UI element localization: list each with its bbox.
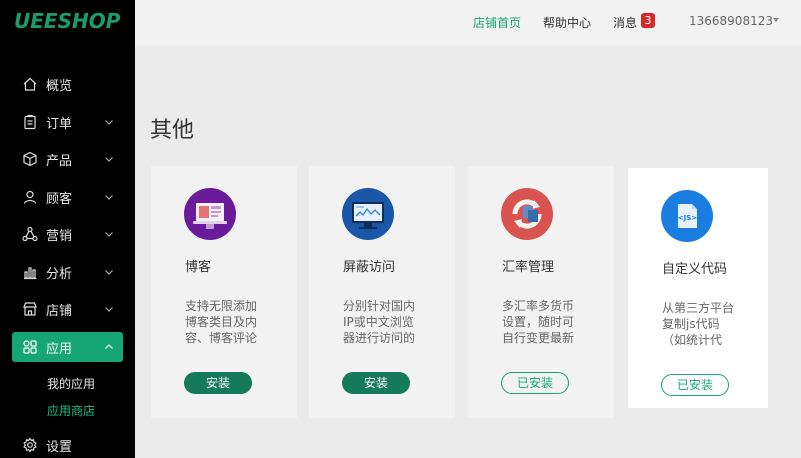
chevron-down-icon: [105, 270, 113, 275]
sidebar-item-orders[interactable]: 订单: [12, 107, 123, 137]
app-description: 支持无限添加博客类目及内容、博客评论: [185, 299, 258, 345]
app-card-blog[interactable]: 博客 支持无限添加博客类目及内容、博客评论 安装: [151, 166, 297, 418]
user-icon: [22, 189, 38, 205]
gear-icon: [22, 437, 38, 453]
logo[interactable]: UEESHOP: [14, 9, 120, 33]
svg-text:<JS>: <JS>: [678, 214, 698, 222]
chevron-down-icon: [105, 307, 113, 312]
sidebar-item-settings[interactable]: 设置: [12, 430, 123, 458]
sidebar-item-analytics[interactable]: 分析: [12, 257, 123, 287]
chevron-down-icon: [105, 232, 113, 237]
home-icon: [22, 76, 38, 92]
sidebar: UEESHOP 概览 订单 产品 顾客 营销 分析 店铺 应用 我的应用 应用商…: [0, 0, 135, 458]
sidebar-item-customers[interactable]: 顾客: [12, 182, 123, 212]
sidebar-subitem-app-store[interactable]: 应用商店: [47, 402, 95, 419]
chevron-down-icon: [105, 195, 113, 200]
app-name: 汇率管理: [502, 260, 555, 275]
storefront-icon: [22, 301, 38, 317]
app-name: 屏蔽访问: [343, 260, 396, 275]
sidebar-item-label: 店铺: [46, 303, 73, 319]
block-access-icon: [342, 188, 394, 240]
install-button[interactable]: 安装: [184, 372, 252, 394]
sidebar-item-label: 产品: [46, 153, 73, 169]
account-menu[interactable]: 13668908123: [689, 14, 773, 28]
install-button[interactable]: 安装: [342, 372, 410, 394]
sidebar-item-label: 应用: [46, 341, 73, 357]
help-center-link[interactable]: 帮助中心: [543, 14, 591, 31]
sidebar-item-label: 概览: [46, 78, 73, 94]
app-card-block-access[interactable]: 屏蔽访问 分别针对国内IP或中文浏览器进行访问的 安装: [309, 166, 455, 418]
section-title: 其他: [150, 118, 195, 143]
sidebar-item-label: 订单: [46, 116, 73, 132]
chevron-down-icon: [105, 157, 113, 162]
exchange-rate-icon: [501, 188, 553, 240]
app-name: 自定义代码: [662, 262, 728, 277]
sidebar-item-apps[interactable]: 应用: [12, 332, 123, 362]
bar-chart-icon: [22, 264, 38, 280]
messages-link[interactable]: 消息: [613, 14, 637, 31]
sidebar-subitem-my-apps[interactable]: 我的应用: [47, 375, 95, 392]
sidebar-item-label: 顾客: [46, 191, 73, 207]
clipboard-icon: [22, 114, 38, 130]
message-count-badge: 3: [641, 13, 655, 28]
sidebar-item-store[interactable]: 店铺: [12, 294, 123, 324]
network-icon: [22, 226, 38, 242]
code-js-icon: <JS>: [661, 190, 713, 242]
app-description: 多汇率多货币设置，随时可自行变更最新: [502, 299, 575, 345]
app-card-exchange-rate[interactable]: 汇率管理 多汇率多货币设置，随时可自行变更最新 已安装: [468, 166, 614, 418]
sidebar-item-products[interactable]: 产品: [12, 144, 123, 174]
installed-button[interactable]: 已安装: [501, 372, 569, 394]
sidebar-item-label: 营销: [46, 228, 73, 244]
blog-icon: [184, 188, 236, 240]
sidebar-item-label: 分析: [46, 266, 73, 282]
installed-button[interactable]: 已安装: [661, 374, 729, 396]
app-description: 分别针对国内IP或中文浏览器进行访问的: [343, 299, 416, 345]
sidebar-item-label: 设置: [46, 439, 73, 455]
chevron-down-icon: [105, 120, 113, 125]
cube-icon: [22, 151, 38, 167]
app-description: 从第三方平台复制js代码（如统计代: [662, 301, 735, 347]
sidebar-item-overview[interactable]: 概览: [12, 69, 123, 99]
store-home-link[interactable]: 店铺首页: [473, 14, 521, 31]
app-card-custom-code[interactable]: <JS> 自定义代码 从第三方平台复制js代码（如统计代 已安装: [628, 168, 768, 408]
apps-grid-icon: [22, 339, 38, 355]
app-name: 博客: [185, 260, 212, 275]
caret-down-icon[interactable]: [773, 18, 779, 22]
sidebar-item-marketing[interactable]: 营销: [12, 219, 123, 249]
chevron-up-icon: [105, 344, 113, 349]
